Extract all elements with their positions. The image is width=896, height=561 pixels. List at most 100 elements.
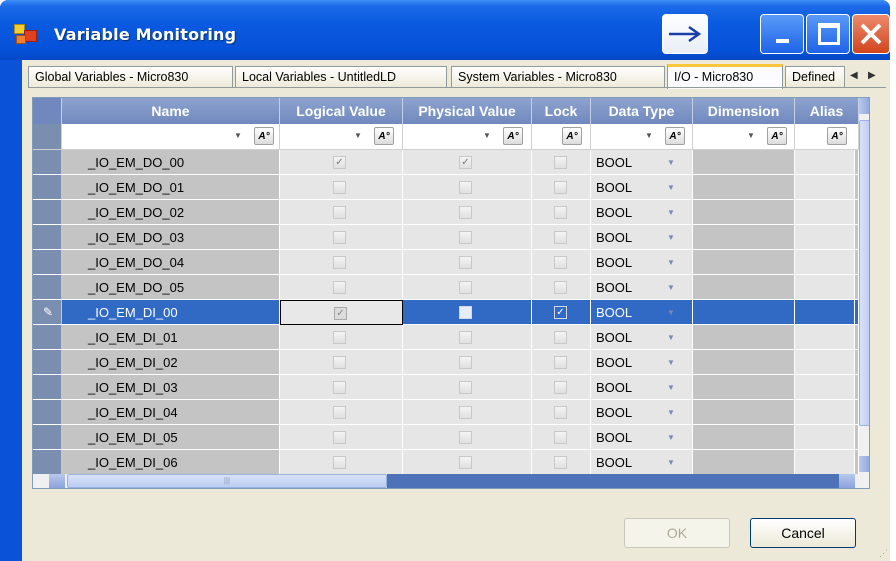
cell-data-type[interactable]: BOOL ▼ — [591, 375, 693, 400]
filter-dropdown-icon[interactable]: ▼ — [354, 131, 362, 140]
lock-checkbox[interactable]: ✓ — [554, 306, 567, 319]
cell-dimension[interactable] — [693, 150, 795, 175]
filter-options-icon[interactable]: A° — [374, 127, 394, 145]
column-header-alias[interactable]: Alias — [795, 98, 859, 124]
table-row[interactable]: _IO_EM_DO_01 BOOL ▼ — [33, 175, 869, 200]
table-row[interactable]: ✎ _IO_EM_DI_00 ✓ ✓ BOOL ▼ — [33, 300, 869, 325]
minimize-button[interactable] — [760, 14, 804, 54]
cell-dimension[interactable] — [693, 175, 795, 200]
filter-dropdown-icon[interactable]: ▼ — [483, 131, 491, 140]
cell-logical-value[interactable] — [280, 375, 403, 400]
lock-checkbox[interactable] — [554, 456, 567, 469]
logical-value-checkbox[interactable]: ✓ — [333, 156, 346, 169]
cell-alias[interactable] — [795, 400, 855, 425]
physical-value-checkbox[interactable] — [459, 181, 472, 194]
title-bar[interactable]: Variable Monitoring — [0, 0, 890, 60]
cell-name[interactable]: _IO_EM_DO_03 — [62, 225, 280, 250]
row-selector[interactable] — [33, 150, 62, 175]
horizontal-scrollbar[interactable]: ||| — [33, 474, 869, 488]
cell-physical-value[interactable] — [403, 450, 532, 475]
cell-logical-value[interactable] — [280, 250, 403, 275]
cell-data-type[interactable]: BOOL ▼ — [591, 225, 693, 250]
cell-physical-value[interactable] — [403, 400, 532, 425]
table-row[interactable]: _IO_EM_DO_04 BOOL ▼ — [33, 250, 869, 275]
cell-alias[interactable] — [795, 450, 855, 475]
logical-value-checkbox[interactable]: ✓ — [334, 307, 347, 320]
cell-name[interactable]: _IO_EM_DO_02 — [62, 200, 280, 225]
logical-value-checkbox[interactable] — [333, 431, 346, 444]
lock-checkbox[interactable] — [554, 231, 567, 244]
filter-alias[interactable]: A° — [795, 124, 859, 150]
chevron-down-icon[interactable]: ▼ — [667, 425, 675, 450]
cell-name[interactable]: _IO_EM_DI_05 — [62, 425, 280, 450]
column-header-logical-value[interactable]: Logical Value — [280, 98, 403, 124]
chevron-down-icon[interactable]: ▼ — [667, 150, 675, 175]
scroll-left-icon[interactable] — [49, 474, 65, 488]
logical-value-checkbox[interactable] — [333, 406, 346, 419]
chevron-down-icon[interactable]: ▼ — [667, 350, 675, 375]
physical-value-checkbox[interactable] — [459, 431, 472, 444]
row-selector[interactable]: ✎ — [33, 300, 62, 325]
scroll-right-icon[interactable] — [839, 474, 855, 488]
chevron-down-icon[interactable]: ▼ — [667, 250, 675, 275]
cell-physical-value[interactable] — [403, 275, 532, 300]
physical-value-checkbox[interactable] — [459, 331, 472, 344]
scroll-down-icon[interactable] — [859, 456, 869, 472]
cell-logical-value[interactable] — [280, 450, 403, 475]
lock-checkbox[interactable] — [554, 431, 567, 444]
cell-lock[interactable] — [532, 375, 591, 400]
table-row[interactable]: _IO_EM_DO_03 BOOL ▼ — [33, 225, 869, 250]
table-row[interactable]: _IO_EM_DO_02 BOOL ▼ — [33, 200, 869, 225]
cell-dimension[interactable] — [693, 425, 795, 450]
cell-physical-value[interactable] — [403, 200, 532, 225]
cancel-button[interactable]: Cancel — [750, 518, 856, 548]
cell-data-type[interactable]: BOOL ▼ — [591, 425, 693, 450]
cell-lock[interactable] — [532, 150, 591, 175]
column-header-physical-value[interactable]: Physical Value — [403, 98, 532, 124]
table-row[interactable]: _IO_EM_DI_03 BOOL ▼ — [33, 375, 869, 400]
logical-value-checkbox[interactable] — [333, 256, 346, 269]
cell-dimension[interactable] — [693, 225, 795, 250]
physical-value-checkbox[interactable] — [459, 206, 472, 219]
row-selector[interactable] — [33, 250, 62, 275]
cell-data-type[interactable]: BOOL ▼ — [591, 150, 693, 175]
cell-lock[interactable] — [532, 400, 591, 425]
cell-logical-value[interactable]: ✓ — [280, 150, 403, 175]
physical-value-checkbox[interactable] — [459, 256, 472, 269]
cell-data-type[interactable]: BOOL ▼ — [591, 400, 693, 425]
row-selector[interactable] — [33, 400, 62, 425]
filter-dropdown-icon[interactable]: ▼ — [234, 131, 242, 140]
column-header-dimension[interactable]: Dimension — [693, 98, 795, 124]
chevron-down-icon[interactable]: ▼ — [667, 275, 675, 300]
cell-name[interactable]: _IO_EM_DO_00 — [62, 150, 280, 175]
logical-value-checkbox[interactable] — [333, 231, 346, 244]
row-selector[interactable] — [33, 325, 62, 350]
cell-physical-value[interactable] — [403, 250, 532, 275]
cell-alias[interactable] — [795, 200, 855, 225]
cell-lock[interactable]: ✓ — [532, 300, 591, 325]
filter-options-icon[interactable]: A° — [665, 127, 685, 145]
cell-physical-value[interactable] — [403, 175, 532, 200]
horizontal-scroll-track[interactable] — [387, 474, 839, 488]
cell-alias[interactable] — [795, 425, 855, 450]
logical-value-checkbox[interactable] — [333, 381, 346, 394]
tab-system-variables[interactable]: System Variables - Micro830 — [451, 66, 665, 88]
cell-physical-value[interactable] — [403, 225, 532, 250]
filter-data-type[interactable]: ▼ A° — [591, 124, 693, 150]
cell-logical-value[interactable] — [280, 275, 403, 300]
cell-alias[interactable] — [795, 275, 855, 300]
cell-data-type[interactable]: BOOL ▼ — [591, 450, 693, 475]
cell-data-type[interactable]: BOOL ▼ — [591, 300, 693, 325]
cell-lock[interactable] — [532, 250, 591, 275]
cell-logical-value[interactable] — [280, 425, 403, 450]
lock-checkbox[interactable] — [554, 181, 567, 194]
row-selector[interactable] — [33, 425, 62, 450]
lock-checkbox[interactable] — [554, 156, 567, 169]
cell-logical-value[interactable] — [280, 225, 403, 250]
cell-alias[interactable] — [795, 300, 855, 325]
lock-checkbox[interactable] — [554, 331, 567, 344]
cell-dimension[interactable] — [693, 400, 795, 425]
cell-logical-value[interactable] — [280, 175, 403, 200]
cell-name[interactable]: _IO_EM_DI_00 — [62, 300, 280, 325]
cell-lock[interactable] — [532, 450, 591, 475]
